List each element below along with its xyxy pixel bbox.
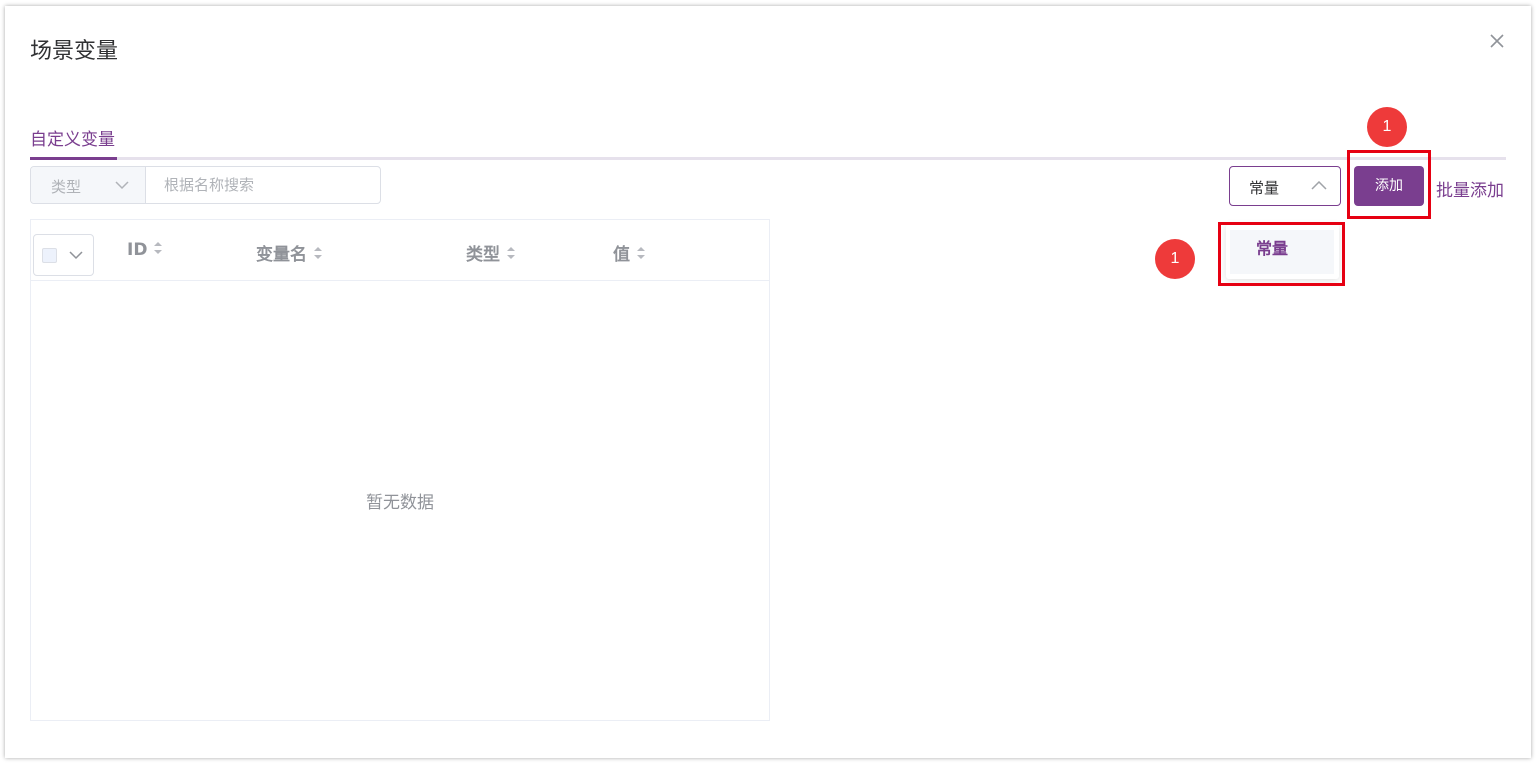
select-all-checkbox[interactable]: [42, 248, 57, 263]
sort-icon[interactable]: [636, 246, 646, 260]
column-header-id[interactable]: ID: [127, 240, 163, 260]
column-header-value[interactable]: 值: [613, 240, 646, 265]
chevron-down-icon: [69, 251, 83, 260]
chevron-down-icon: [115, 181, 129, 190]
empty-state-text: 暂无数据: [366, 493, 434, 513]
search-group: 类型: [30, 166, 381, 204]
step-badge: 1: [1367, 107, 1407, 147]
variable-type-select[interactable]: 常量: [1229, 166, 1341, 206]
sort-icon[interactable]: [506, 246, 516, 260]
column-header-type[interactable]: 类型: [466, 240, 516, 265]
sort-icon[interactable]: [313, 246, 323, 260]
column-header-variable-name[interactable]: 变量名: [256, 240, 323, 265]
close-icon[interactable]: [1487, 31, 1507, 51]
variables-table: ID 变量名 类型 值 暂无数据: [30, 219, 770, 721]
chevron-up-icon: [1311, 181, 1327, 190]
tab-custom-variables[interactable]: 自定义变量: [30, 125, 115, 150]
sort-icon[interactable]: [153, 241, 163, 255]
scene-variables-dialog: 场景变量 自定义变量 类型 常量 添加 批量添加 常量 1 1 ID: [5, 6, 1531, 758]
column-header-label: 值: [613, 245, 630, 265]
variable-type-value: 常量: [1249, 179, 1280, 197]
table-header: ID 变量名 类型 值: [31, 220, 769, 281]
select-all-dropdown[interactable]: [33, 234, 94, 276]
column-header-label: 类型: [466, 245, 500, 265]
highlight-box-option: [1218, 222, 1345, 286]
type-filter-select[interactable]: 类型: [31, 167, 146, 203]
column-header-label: 变量名: [256, 245, 307, 265]
step-badge: 1: [1155, 239, 1195, 279]
column-header-label: ID: [127, 240, 148, 260]
tabs-bar: 自定义变量: [30, 106, 1506, 160]
batch-add-link[interactable]: 批量添加: [1436, 176, 1504, 201]
search-input[interactable]: [146, 167, 378, 203]
highlight-box-add: [1347, 150, 1431, 219]
tab-active-indicator: [30, 157, 117, 160]
dialog-title: 场景变量: [30, 39, 119, 64]
tabs-divider: [30, 157, 1506, 160]
type-filter-placeholder: 类型: [51, 178, 82, 196]
